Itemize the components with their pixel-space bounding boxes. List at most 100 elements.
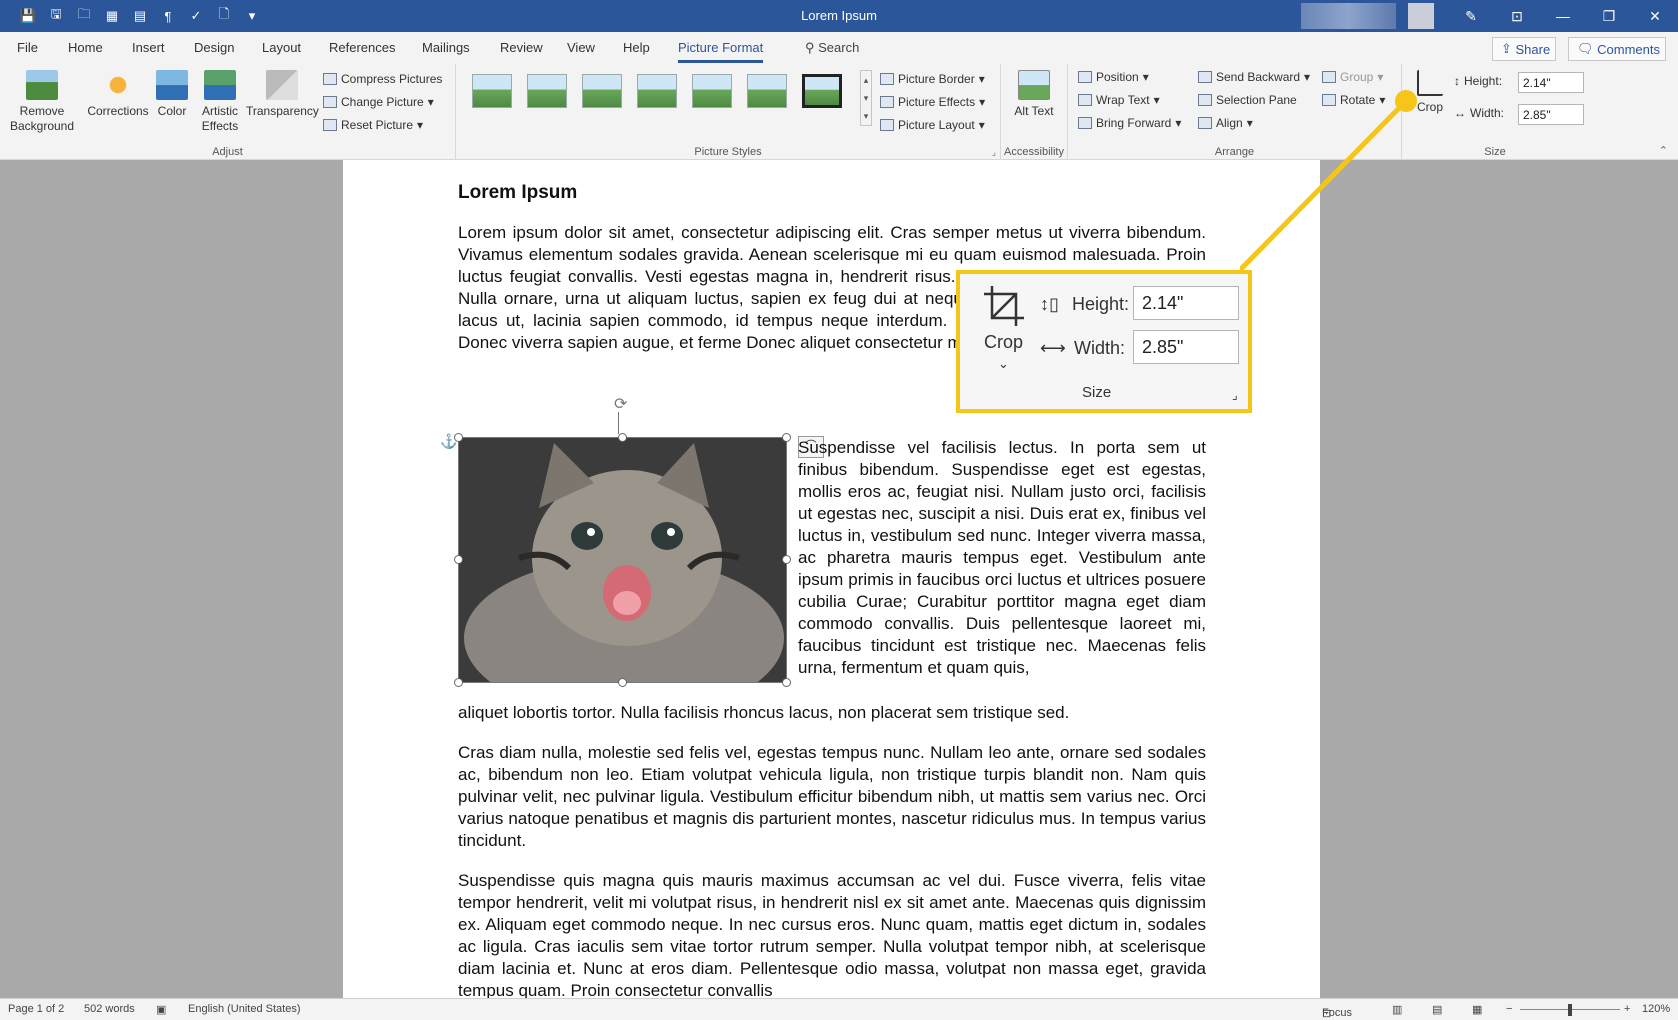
picture-style-2[interactable] xyxy=(527,74,567,108)
change-picture-button[interactable]: Change Picture ▾ xyxy=(323,95,434,109)
callout-width-field[interactable]: 2.85" xyxy=(1133,330,1239,364)
dialog-launcher-icon[interactable]: ⌟ xyxy=(1232,388,1238,402)
ribbon-tabs: File Home Insert Design Layout Reference… xyxy=(0,32,1678,64)
picture-layout-label: Picture Layout xyxy=(898,118,975,132)
group-label: Group xyxy=(1340,70,1374,84)
artistic-effects-label: Artistic Effects xyxy=(201,104,239,133)
tab-home[interactable]: Home xyxy=(68,40,103,55)
zoom-slider-thumb[interactable] xyxy=(1568,1004,1572,1016)
collapse-ribbon-icon[interactable]: ⌃ xyxy=(1659,144,1668,157)
alt-text-button[interactable]: Alt Text xyxy=(1011,70,1057,119)
web-layout-icon[interactable]: ▦ xyxy=(1472,1003,1482,1016)
picture-effects-icon xyxy=(880,96,894,108)
picture-style-6[interactable] xyxy=(747,74,787,108)
corrections-label: Corrections xyxy=(87,104,149,118)
picture-style-7[interactable] xyxy=(802,74,842,108)
resize-handle[interactable] xyxy=(454,555,463,564)
tab-design[interactable]: Design xyxy=(194,40,234,55)
height-field[interactable]: 2.14" xyxy=(1518,72,1584,93)
resize-handle[interactable] xyxy=(454,678,463,687)
transparency-button[interactable]: Transparency xyxy=(246,70,319,119)
account-name[interactable] xyxy=(1301,3,1396,29)
zoom-level[interactable]: 120% xyxy=(1642,1003,1670,1015)
chevron-down-icon: ▾ xyxy=(427,95,434,109)
ribbon-display-options-icon[interactable]: ⊡ xyxy=(1494,0,1540,32)
avatar[interactable] xyxy=(1408,3,1434,29)
chevron-down-icon: ▾ xyxy=(978,72,985,86)
wrap-text-icon xyxy=(1078,94,1092,106)
zoom-out-icon[interactable]: − xyxy=(1506,1003,1512,1015)
styles-gallery-scroll[interactable]: ▴ ▾ ▾ xyxy=(860,70,872,126)
callout-height-field[interactable]: 2.14" xyxy=(1133,286,1239,320)
tab-help[interactable]: Help xyxy=(623,40,650,55)
resize-handle[interactable] xyxy=(782,678,791,687)
picture-style-5[interactable] xyxy=(692,74,732,108)
change-picture-label: Change Picture xyxy=(341,95,424,109)
tab-review[interactable]: Review xyxy=(500,40,543,55)
picture-style-4[interactable] xyxy=(637,74,677,108)
wrap-text-button[interactable]: Wrap Text ▾ xyxy=(1078,93,1160,107)
resize-handle[interactable] xyxy=(782,433,791,442)
tab-insert[interactable]: Insert xyxy=(132,40,165,55)
send-backward-button[interactable]: Send Backward ▾ xyxy=(1198,70,1310,84)
height-icon: ↕▯ xyxy=(1040,294,1059,314)
comments-button[interactable]: 🗨 Comments xyxy=(1568,37,1666,61)
resize-handle[interactable] xyxy=(618,433,627,442)
picture-effects-button[interactable]: Picture Effects ▾ xyxy=(880,95,985,109)
tab-picture-format[interactable]: Picture Format xyxy=(678,40,764,63)
group-button[interactable]: Group ▾ xyxy=(1322,70,1383,84)
picture-border-label: Picture Border xyxy=(898,72,975,86)
artistic-effects-icon xyxy=(204,70,236,100)
search-box[interactable]: ⚲ Search xyxy=(805,40,859,56)
paragraph-3[interactable]: Cras diam nulla, molestie sed felis vel,… xyxy=(458,742,1206,852)
bring-forward-button[interactable]: Bring Forward ▾ xyxy=(1078,116,1181,130)
rotate-handle-line xyxy=(618,412,619,434)
resize-handle[interactable] xyxy=(618,678,627,687)
picture-style-3[interactable] xyxy=(582,74,622,108)
compress-pictures-button[interactable]: Compress Pictures xyxy=(323,72,442,86)
change-picture-icon xyxy=(323,96,337,108)
picture-style-1[interactable] xyxy=(472,74,512,108)
reset-picture-button[interactable]: Reset Picture ▾ xyxy=(323,118,423,132)
artistic-effects-button[interactable]: Artistic Effects xyxy=(194,70,246,134)
print-layout-icon[interactable]: ▤ xyxy=(1432,1003,1442,1016)
tab-mailings[interactable]: Mailings xyxy=(422,40,470,55)
minimize-button[interactable]: — xyxy=(1540,0,1586,32)
picture-border-button[interactable]: Picture Border ▾ xyxy=(880,72,985,86)
word-count[interactable]: 502 words xyxy=(84,1003,135,1015)
remove-background-button[interactable]: Remove Background xyxy=(6,70,78,134)
read-mode-icon[interactable]: ▥ xyxy=(1392,1003,1402,1016)
page-count[interactable]: Page 1 of 2 xyxy=(8,1003,64,1015)
resize-handle[interactable] xyxy=(782,555,791,564)
dialog-launcher-icon[interactable]: ⌟ xyxy=(992,147,996,158)
picture-layout-button[interactable]: Picture Layout ▾ xyxy=(880,118,985,132)
reset-picture-label: Reset Picture xyxy=(341,118,414,132)
tab-references[interactable]: References xyxy=(329,40,395,55)
color-button[interactable]: Color xyxy=(152,70,192,119)
paragraph-2-end[interactable]: aliquet lobortis tortor. Nulla facilisis… xyxy=(458,702,1206,724)
group-adjust: Remove Background Corrections Color Arti… xyxy=(0,64,456,160)
width-field[interactable]: 2.85" xyxy=(1518,104,1584,125)
proofing-icon[interactable]: ▣ xyxy=(156,1003,166,1016)
language[interactable]: English (United States) xyxy=(188,1003,301,1015)
tab-view[interactable]: View xyxy=(567,40,595,55)
group-accessibility: Alt Text Accessibility xyxy=(1001,64,1068,160)
tab-layout[interactable]: Layout xyxy=(262,40,301,55)
comments-label: Comments xyxy=(1597,41,1660,57)
kitten-image[interactable] xyxy=(458,437,787,683)
close-button[interactable]: ✕ xyxy=(1632,0,1678,32)
pen-icon[interactable]: ✎ xyxy=(1448,0,1494,32)
document-title[interactable]: Lorem Ipsum xyxy=(458,182,577,204)
paragraph-4[interactable]: Suspendisse quis magna quis mauris maxim… xyxy=(458,870,1206,998)
share-button[interactable]: ⇪ Share xyxy=(1492,37,1556,61)
rotate-handle-icon[interactable]: ⟳ xyxy=(614,394,627,414)
chevron-down-icon[interactable]: ⌄ xyxy=(998,356,1009,372)
callout-crop-label[interactable]: Crop xyxy=(984,332,1023,353)
position-button[interactable]: Position ▾ xyxy=(1078,70,1149,84)
paragraph-2-wrap[interactable]: Suspendisse vel facilisis lectus. In por… xyxy=(798,437,1206,679)
restore-button[interactable]: ❐ xyxy=(1586,0,1632,32)
picture-layout-icon xyxy=(880,119,894,131)
tab-file[interactable]: File xyxy=(17,40,38,55)
zoom-in-icon[interactable]: + xyxy=(1624,1003,1630,1015)
corrections-button[interactable]: Corrections xyxy=(86,70,150,119)
